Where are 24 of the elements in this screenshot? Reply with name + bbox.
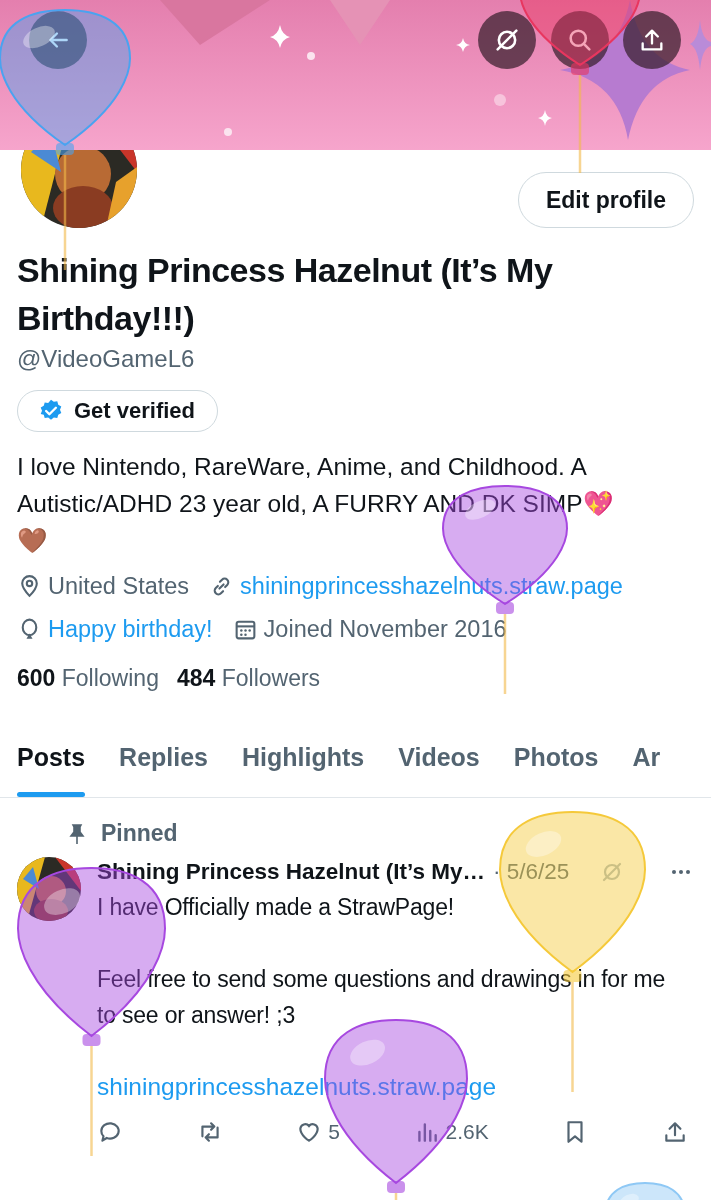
following-count[interactable]: 600 Following [17,665,159,692]
post-text: I have Officially made a StrawPage! [97,893,455,922]
profile-handle: @VideoGameL6 [17,344,196,374]
get-verified-button[interactable]: Get verified [17,390,219,432]
post-date: · 5/6/25 [493,858,570,886]
profile-tab[interactable]: Photos [513,718,599,797]
profile-tab[interactable]: Posts [17,718,86,797]
view-count: 2.6K [445,1120,489,1144]
like-button[interactable]: 5 [296,1119,340,1145]
views-button[interactable]: 2.6K [413,1119,489,1145]
profile-name: Shining Princess Hazelnut (It’s My Birthday!!!) [17,250,554,339]
location-text: United States [48,573,190,600]
followers-count[interactable]: 484 Followers [176,665,321,692]
speech-bubble-icon [97,1119,123,1145]
profile-tab[interactable]: Videos [398,718,480,797]
profile-tab[interactable]: Highlights [242,718,365,797]
reply-button[interactable] [97,1119,123,1145]
slashed-circle-icon [600,860,624,884]
edit-profile-button[interactable]: Edit profile [517,172,694,228]
pinned-label: Pinned [101,820,178,847]
profile-tab[interactable]: Replies [119,718,209,797]
like-count: 5 [328,1120,340,1144]
avatar[interactable] [17,857,81,921]
profile-tab[interactable]: Ar [632,718,661,797]
